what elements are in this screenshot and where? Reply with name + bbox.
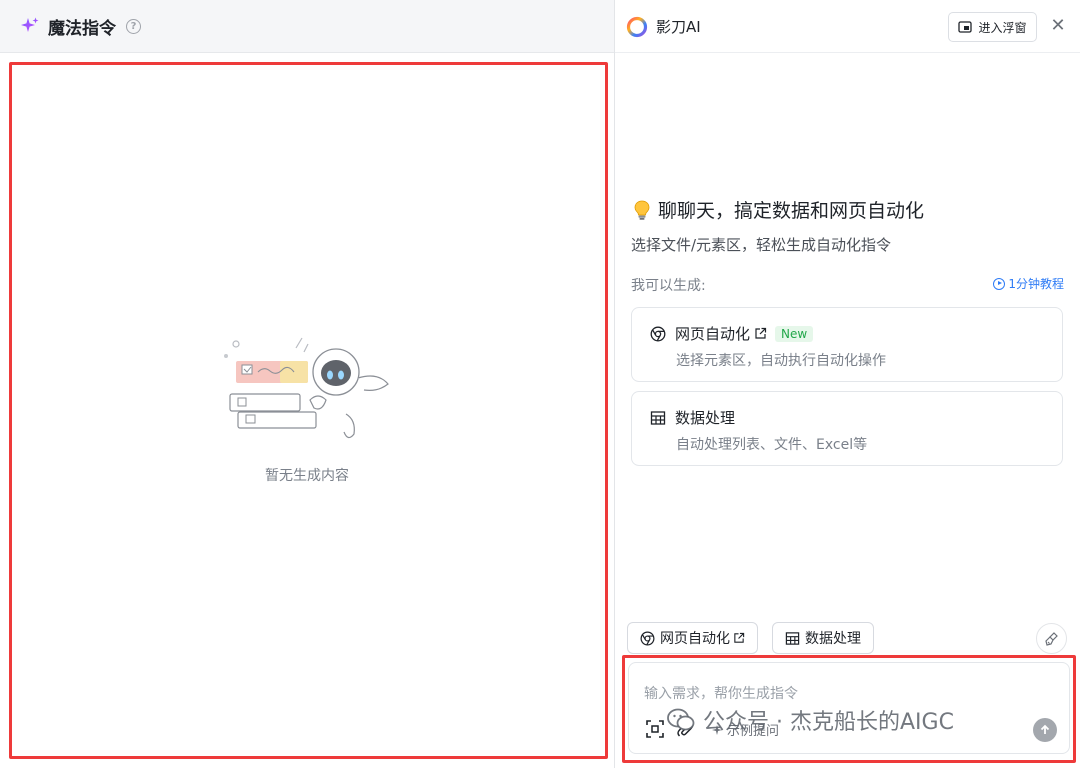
assistant-header: 影刀AI 进入浮窗 ✕ [615,0,1080,53]
page-title: 魔法指令 [48,18,116,39]
table-icon [785,631,800,645]
arrow-up-icon [1040,724,1050,734]
screenshot-select-icon[interactable] [645,719,665,739]
card-web-automation[interactable]: 网页自动化 New 选择元素区，自动执行自动化操作 [631,307,1063,382]
example-questions-label: 示例提问 [727,724,780,739]
new-badge: New [775,325,814,342]
ai-assistant-panel: 影刀AI 进入浮窗 ✕ 聊聊天，搞定数据和网页自动化 选择文件/元素区，轻松生成… [615,0,1080,768]
empty-state-robot-illustration [224,337,389,439]
send-button[interactable] [1033,718,1057,742]
can-generate-label: 我可以生成: [631,278,706,294]
enter-float-window-button[interactable]: 进入浮窗 [948,12,1037,42]
magic-command-panel: 魔法指令 ? 暂无生成内容 [0,0,614,768]
chrome-icon [650,326,666,341]
sparkle-small-icon [712,724,722,735]
brand-name: 影刀AI [656,18,701,36]
external-link-icon [755,327,767,339]
welcome-subtitle: 选择文件/元素区，轻松生成自动化指令 [631,236,892,254]
tutorial-link[interactable]: 1分钟教程 [993,275,1064,292]
card-web-automation-desc: 选择元素区，自动执行自动化操作 [676,353,886,369]
quick-data-processing-button[interactable]: 数据处理 [772,622,874,654]
table-icon [650,410,666,425]
welcome-title: 聊聊天，搞定数据和网页自动化 [658,200,925,222]
example-questions-button[interactable]: 示例提问 [711,720,779,739]
quick-data-processing-label: 数据处理 [805,631,861,647]
chrome-icon [640,631,655,645]
tutorial-link-label: 1分钟教程 [1008,277,1064,291]
external-link-icon [734,632,745,643]
card-data-processing-desc: 自动处理列表、文件、Excel等 [676,437,868,453]
card-data-processing[interactable]: 数据处理 自动处理列表、文件、Excel等 [631,391,1063,466]
left-panel-header: 魔法指令 ? [0,0,614,53]
enter-float-window-label: 进入浮窗 [978,20,1027,35]
close-icon[interactable]: ✕ [1048,16,1068,36]
yingdao-logo-icon [626,16,648,38]
quick-web-automation-button[interactable]: 网页自动化 [627,622,758,654]
attachment-icon[interactable] [675,719,695,739]
chat-input-box: 示例提问 [628,662,1070,754]
card-web-automation-title: 网页自动化 [675,325,751,343]
card-data-processing-title: 数据处理 [675,409,736,427]
lightbulb-icon [634,200,650,220]
sparkle-icon [21,17,39,32]
prompt-input[interactable] [644,683,1044,705]
play-icon [993,277,1006,290]
broom-icon [1044,631,1058,646]
help-icon[interactable]: ? [126,18,141,34]
quick-web-automation-label: 网页自动化 [660,631,730,647]
float-window-icon [958,21,973,33]
empty-state-text: 暂无生成内容 [265,468,349,484]
clear-chat-button[interactable] [1036,623,1067,654]
welcome-heading: 聊聊天，搞定数据和网页自动化 [631,196,924,223]
